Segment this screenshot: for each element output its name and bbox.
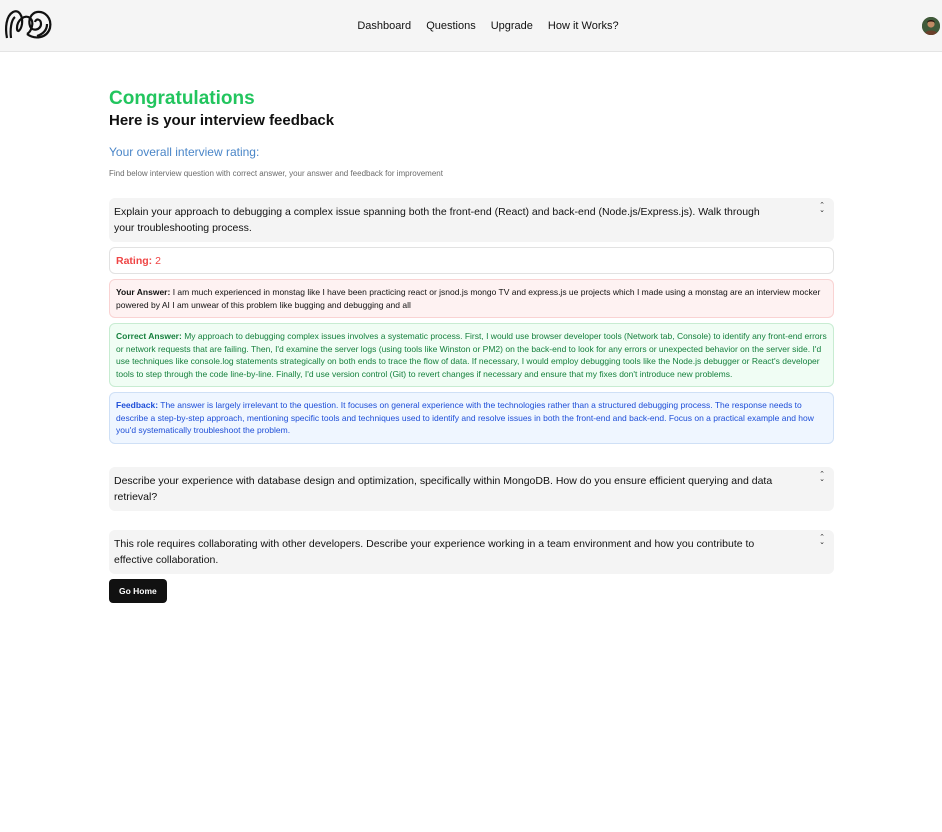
rating-label: Rating: <box>116 255 153 267</box>
rating-box: Rating: 2 <box>109 247 834 274</box>
question-text: Describe your experience with database d… <box>114 474 773 503</box>
page-title: Here is your interview feedback <box>109 112 335 129</box>
top-navbar: Dashboard Questions Upgrade How it Works… <box>0 0 942 52</box>
chevron-up-down-icon: ⌃ ⌄ <box>819 470 825 483</box>
question-text: This role requires collaborating with ot… <box>114 537 755 566</box>
rating-value: 2 <box>155 255 161 267</box>
nav-link-questions[interactable]: Questions <box>426 20 476 32</box>
feedback-content: Congratulations Here is your interview f… <box>109 88 834 603</box>
instructions-text: Find below interview question with corre… <box>109 169 443 178</box>
question-accordion-3[interactable]: This role requires collaborating with ot… <box>109 529 834 574</box>
your-answer-label: Your Answer: <box>116 287 171 297</box>
question-accordion-2[interactable]: Describe your experience with database d… <box>109 466 834 511</box>
correct-answer-label: Correct Answer: <box>116 331 182 341</box>
congrats-heading: Congratulations <box>109 88 255 109</box>
correct-answer-text: My approach to debugging complex issues … <box>116 331 827 379</box>
question-text: Explain your approach to debugging a com… <box>114 206 760 234</box>
nav-link-how-it-works[interactable]: How it Works? <box>548 20 619 32</box>
chevron-up-down-icon: ⌃ ⌄ <box>819 202 825 214</box>
nav-links: Dashboard Questions Upgrade How it Works… <box>0 0 942 52</box>
your-answer-text: I am much experienced in monstag like I … <box>116 287 821 310</box>
feedback-box: Feedback: The answer is largely irreleva… <box>109 392 834 444</box>
user-avatar[interactable] <box>922 17 940 35</box>
nav-link-upgrade[interactable]: Upgrade <box>491 20 533 32</box>
feedback-text: The answer is largely irrelevant to the … <box>116 400 814 435</box>
correct-answer-box: Correct Answer: My approach to debugging… <box>109 323 834 387</box>
question-accordion-1[interactable]: Explain your approach to debugging a com… <box>109 198 834 242</box>
nav-link-dashboard[interactable]: Dashboard <box>357 20 411 32</box>
chevron-up-down-icon: ⌃ ⌄ <box>819 533 825 546</box>
feedback-label: Feedback: <box>116 400 159 410</box>
overall-rating-label: Your overall interview rating: <box>109 145 260 159</box>
go-home-button[interactable]: Go Home <box>109 578 167 603</box>
your-answer-box: Your Answer: I am much experienced in mo… <box>109 279 834 318</box>
